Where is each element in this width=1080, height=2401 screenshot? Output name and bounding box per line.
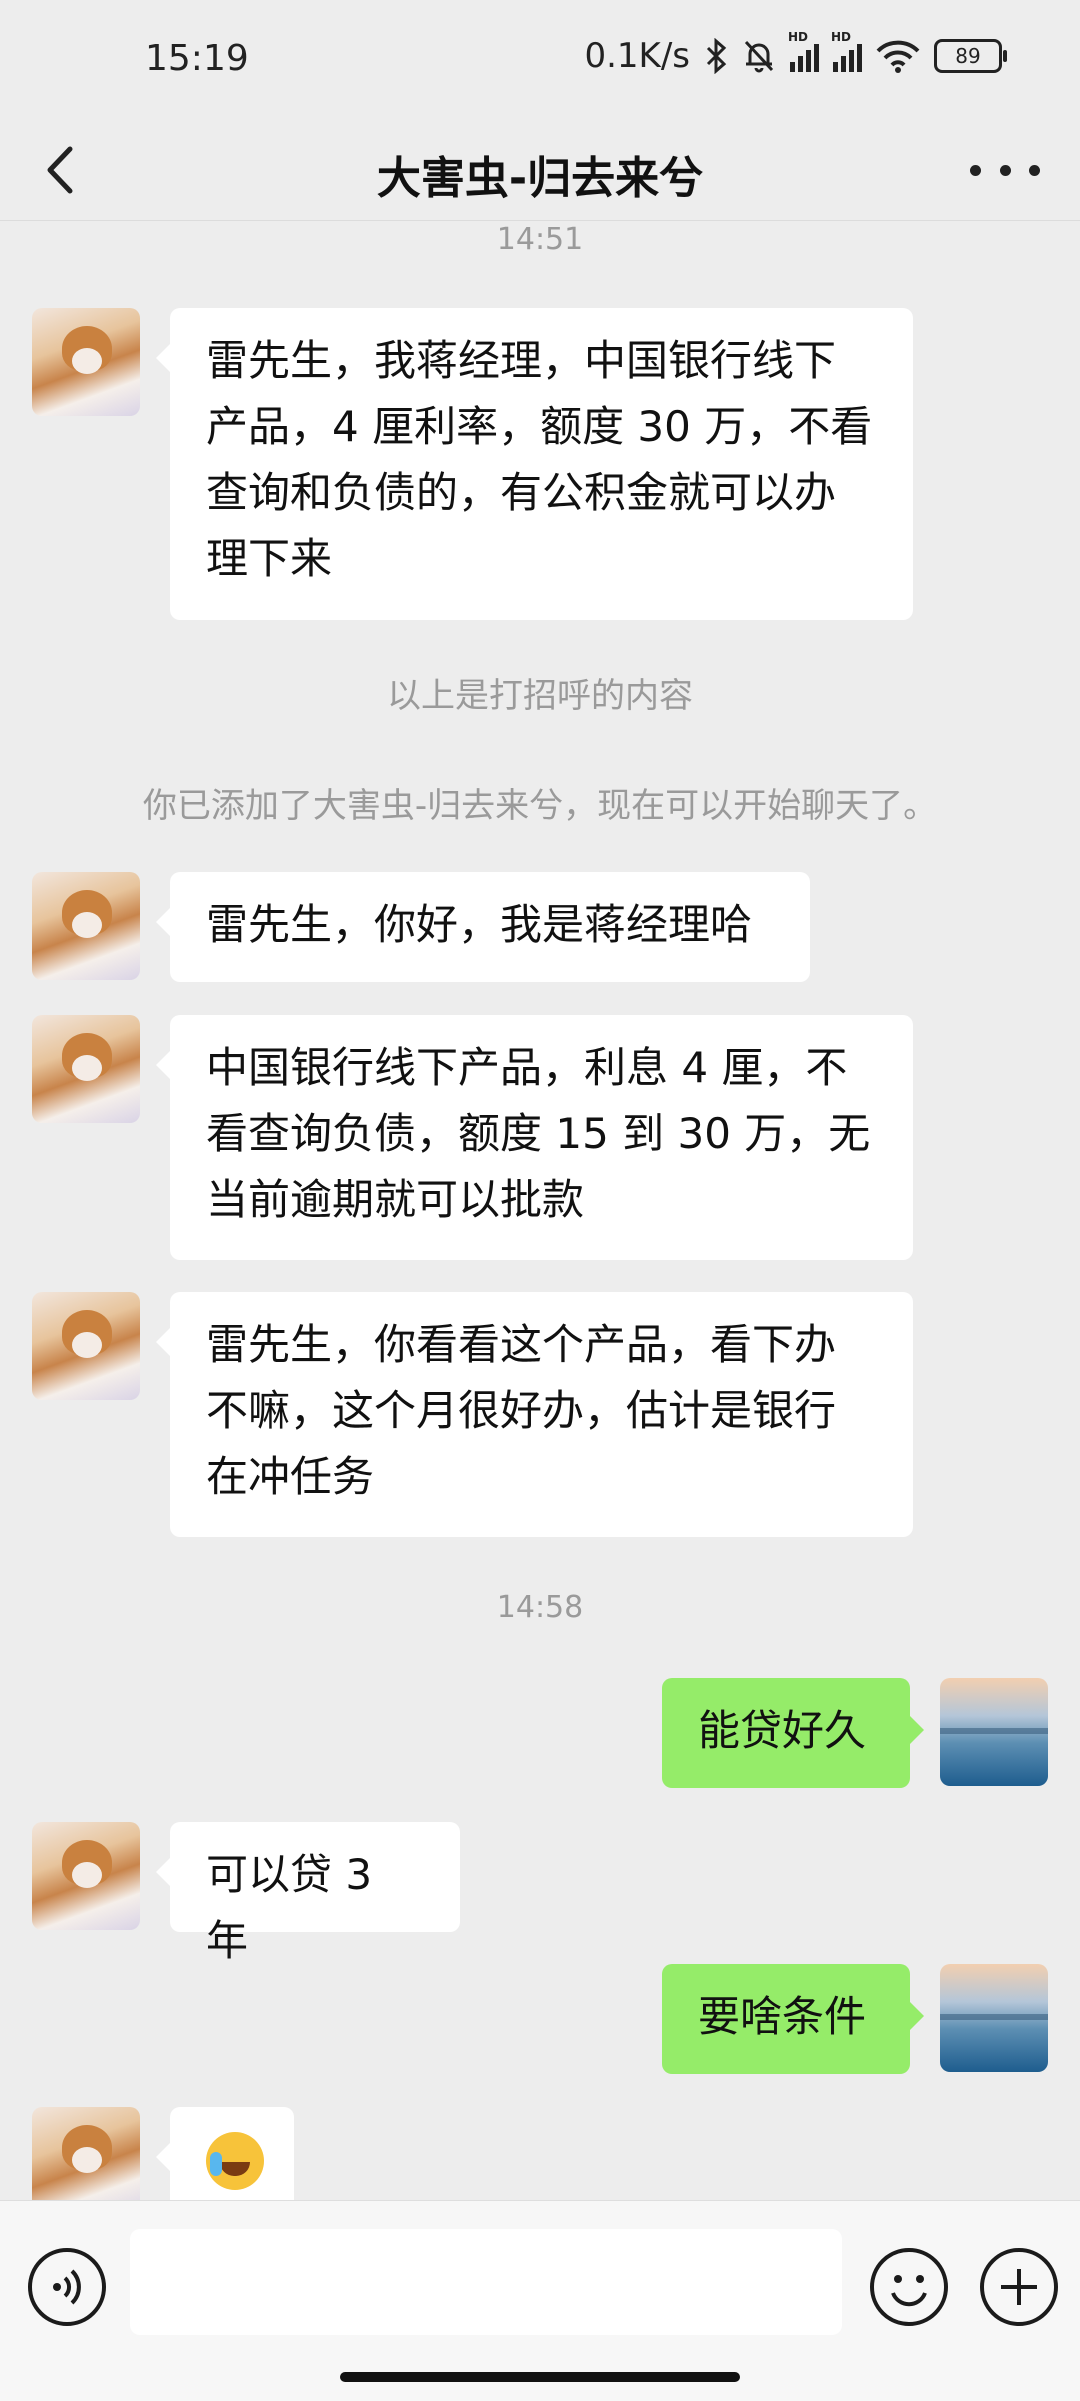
message-line: 中国银行线下产品，利息 4 厘，不	[206, 1043, 848, 1092]
system-message: 你已添加了大害虫-归去来兮，现在可以开始聊天了。	[142, 786, 938, 826]
message-bubble-incoming[interactable]: 可以贷 3 年	[156, 1822, 460, 1965]
message-line: 不嘛，这个月很好办，估计是银行	[206, 1386, 837, 1435]
emoji-button[interactable]	[870, 2248, 948, 2326]
message-text: 要啥条件	[698, 1992, 867, 2041]
message-bubble-outgoing[interactable]: 能贷好久	[662, 1678, 924, 1788]
nav-divider	[0, 220, 1080, 221]
wifi-icon	[876, 40, 920, 73]
timestamp: 14:58	[496, 1590, 584, 1625]
net-speed: 0.1K/s	[584, 36, 690, 76]
signal-icon-2: HD	[831, 30, 862, 72]
more-dot	[970, 164, 981, 176]
message-bubble-incoming[interactable]: 雷先生，我蒋经理，中国银行线下 产品，4 厘利率，额度 30 万，不看 查询和负…	[156, 308, 913, 620]
message-line: 看查询负债，额度 15 到 30 万，无	[206, 1109, 871, 1158]
status-time: 15:19	[145, 38, 249, 79]
chat-title: 大害虫-归去来兮	[376, 153, 704, 204]
contact-avatar[interactable]	[32, 872, 140, 980]
message-text: 可以贷 3 年	[206, 1850, 373, 1965]
message-line: 雷先生，我蒋经理，中国银行线下	[206, 336, 837, 385]
message-text: 雷先生，你好，我是蒋经理哈	[206, 900, 753, 949]
nav-bar: 大害虫-归去来兮	[0, 120, 1080, 220]
message-line: 当前逾期就可以批款	[206, 1175, 585, 1224]
system-message: 以上是打招呼的内容	[387, 676, 693, 716]
message-line: 理下来	[206, 534, 333, 583]
crying-laughing-emoji-icon	[206, 2131, 264, 2190]
signal-icon-1: HD	[788, 30, 819, 72]
plus-button[interactable]	[980, 2248, 1058, 2326]
more-button[interactable]	[970, 150, 1040, 190]
message-line: 查询和负债的，有公积金就可以办	[206, 468, 837, 517]
smiley-icon	[891, 2275, 927, 2307]
plus-icon	[1001, 2269, 1037, 2305]
message-bubble-incoming[interactable]: 雷先生，你看看这个产品，看下办 不嘛，这个月很好办，估计是银行 在冲任务	[156, 1292, 913, 1537]
home-indicator[interactable]	[340, 2372, 740, 2382]
bluetooth-icon	[706, 38, 727, 74]
message-bubble-incoming[interactable]: 中国银行线下产品，利息 4 厘，不 看查询负债，额度 15 到 30 万，无 当…	[156, 1015, 913, 1260]
hd-label-2: HD	[831, 30, 852, 44]
input-bar	[0, 2200, 1080, 2401]
message-bubble-incoming[interactable]	[156, 2107, 294, 2200]
contact-avatar[interactable]	[32, 1015, 140, 1123]
status-icons: 0.1K/s HD HD 89	[584, 30, 1007, 76]
my-avatar[interactable]	[940, 1964, 1048, 2072]
contact-avatar[interactable]	[32, 1822, 140, 1930]
message-bubble-incoming[interactable]: 雷先生，你好，我是蒋经理哈	[156, 872, 810, 982]
message-line: 在冲任务	[206, 1452, 375, 1501]
my-avatar[interactable]	[940, 1678, 1048, 1786]
timestamp: 14:51	[496, 222, 584, 257]
message-line: 产品，4 厘利率，额度 30 万，不看	[206, 402, 873, 451]
contact-avatar[interactable]	[32, 2107, 140, 2215]
battery-icon: 89	[934, 39, 1007, 73]
message-text: 能贷好久	[698, 1706, 867, 1755]
voice-icon	[53, 2269, 81, 2305]
more-dot	[1029, 164, 1040, 176]
voice-button[interactable]	[28, 2248, 106, 2326]
message-bubble-outgoing[interactable]: 要啥条件	[662, 1964, 924, 2074]
message-line: 雷先生，你看看这个产品，看下办	[206, 1320, 837, 1369]
more-dot	[999, 164, 1011, 176]
message-input[interactable]	[130, 2229, 842, 2335]
contact-avatar[interactable]	[32, 1292, 140, 1400]
bell-off-icon	[744, 40, 774, 73]
status-bar: 15:19 0.1K/s HD HD 89	[0, 0, 1080, 120]
hd-label-1: HD	[788, 30, 809, 44]
contact-avatar[interactable]	[32, 308, 140, 416]
